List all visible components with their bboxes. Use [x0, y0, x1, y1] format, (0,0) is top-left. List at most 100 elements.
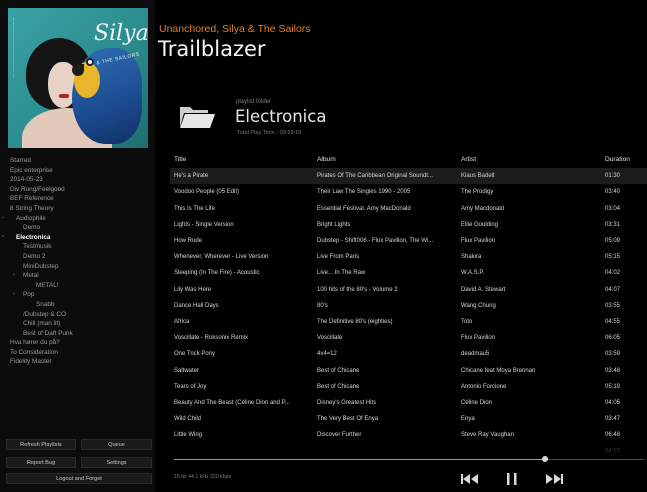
table-row[interactable]: Voscillate - Roksonix Remix Voscillate Flu… — [170, 330, 647, 346]
table-row[interactable]: Beauty And The Beast (Céline Dion and P.… — [170, 395, 647, 411]
sidebar-item[interactable]: Fidelity Master — [6, 357, 152, 367]
next-icon[interactable] — [543, 470, 565, 488]
track-artist-cell: Wang Chung — [461, 302, 496, 309]
track-album-cell: The Very Best Of Enya — [317, 416, 379, 423]
track-title-cell: Wild Child — [174, 416, 202, 423]
sidebar-item-label: To Consideration — [10, 348, 58, 356]
sidebar-item[interactable]: - Electronica — [2, 233, 152, 243]
sidebar-item[interactable]: 2014-05-23 — [6, 175, 152, 185]
sidebar-item[interactable]: Div Rong/Feelgood — [6, 185, 152, 195]
sidebar-item[interactable]: Snabb — [6, 300, 152, 310]
track-album-cell: Live From Paris — [317, 254, 360, 261]
sidebar-item[interactable]: - Pop — [6, 290, 152, 300]
column-header-artist[interactable]: Artist — [461, 152, 599, 168]
table-row[interactable]: Voodoo People (05 Edit) Their Law The Sin… — [170, 184, 647, 200]
track-duration-cell: 03:48 — [605, 367, 621, 374]
sidebar-item-label: Fidelity Master — [10, 358, 52, 366]
sidebar-item[interactable]: - Audiophile — [2, 214, 152, 224]
track-album-cell: Best of Chicane — [317, 367, 360, 374]
table-row[interactable]: Tears of Joy Best of Chicane Antonio Forci… — [170, 379, 647, 395]
sidebar-item-label: BEF Reference — [10, 195, 54, 203]
collapse-toggle-icon[interactable]: - — [2, 233, 8, 243]
column-header-album[interactable]: Album — [317, 152, 457, 168]
column-header-duration[interactable]: Duration — [605, 152, 645, 168]
sidebar-item-label: Pop — [23, 291, 35, 299]
sidebar-item-label: Testmusik — [23, 243, 52, 251]
sidebar: Silya & THE SAILORS Starred Epic enterpri… — [0, 0, 155, 492]
track-duration-cell: 03:59 — [605, 351, 621, 358]
track-duration-cell: 03:31 — [605, 221, 621, 228]
track-duration-cell: 05:19 — [605, 383, 621, 390]
sidebar-item[interactable]: Demo — [6, 223, 152, 233]
refresh-playlists-button[interactable]: Refresh Playlists — [6, 439, 76, 450]
track-duration-cell: 04:55 — [605, 319, 621, 325]
sidebar-item[interactable]: Demo 2 — [6, 252, 152, 262]
table-row[interactable]: How Rude Dubstep - Shift006 - Flux Pavili… — [170, 233, 647, 249]
album-art[interactable]: Silya & THE SAILORS — [8, 8, 148, 148]
collapse-toggle-icon[interactable]: - — [13, 271, 19, 281]
settings-button[interactable]: Settings — [81, 457, 152, 468]
total-play-time: Total Play Time : 09:59:16 — [237, 130, 301, 136]
now-playing-title: Trailblazer — [158, 37, 266, 61]
table-row[interactable]: Saltwater Best of Chicane Chicane feat Moy… — [170, 363, 647, 379]
now-playing-artist[interactable]: Unanchored, Silya & The Sailors — [159, 23, 311, 35]
queue-button[interactable]: Queue — [81, 439, 152, 450]
sidebar-item[interactable]: 8 String Theory — [6, 204, 152, 214]
track-album-cell: Best of Chicane — [317, 383, 360, 390]
sidebar-item[interactable]: BEF Reference — [6, 194, 152, 204]
previous-icon[interactable] — [459, 470, 481, 488]
track-title-cell: Voscillate - Roksonix Remix — [174, 335, 249, 342]
sidebar-item-label: /Dubstep & CO — [23, 310, 66, 318]
collapse-toggle-icon[interactable]: - — [2, 214, 8, 224]
logout-button[interactable]: Logout and Forget — [6, 473, 152, 484]
track-duration-cell: 06:05 — [605, 335, 621, 342]
track-album-cell: Bright Lights — [317, 221, 351, 228]
track-album-cell: Live... In The Raw — [317, 270, 366, 277]
pause-icon[interactable] — [501, 470, 523, 488]
track-duration-cell: 04:02 — [605, 270, 621, 277]
folder-icon — [180, 107, 215, 128]
track-album-cell: Pirates Of The Caribbean Original Soundt… — [317, 173, 433, 180]
seek-bar-thumb[interactable] — [542, 456, 549, 462]
sidebar-item[interactable]: Starred — [6, 156, 152, 166]
table-header: Title Album Artist Duration — [170, 152, 647, 168]
table-row[interactable]: Dance Hall Days 80's Wang Chung 03:55 — [170, 298, 647, 314]
table-row[interactable]: Lily Was Here 100 hits of the 80's - Volu… — [170, 282, 647, 298]
now-playing-header: Unanchored, Silya & The Sailors Trailbla… — [155, 0, 647, 150]
track-title-cell: Beauty And The Beast (Céline Dion and P.… — [174, 400, 290, 406]
report-bug-button[interactable]: Report Bug — [6, 457, 76, 468]
sidebar-item[interactable]: MiniDubstep — [6, 262, 152, 272]
sidebar-item[interactable]: To Consideration — [6, 348, 152, 358]
table-row[interactable]: Wild Child The Very Best Of Enya Enya 03:47 — [170, 411, 647, 427]
table-row[interactable]: This Is The Life Essential Festival. Amy … — [170, 201, 647, 217]
table-row[interactable]: One Trick Pony 4x4=12 deadmau5 03:59 — [170, 346, 647, 362]
track-title-cell: Whenever, Wherever - Live Version — [174, 254, 269, 261]
sidebar-item[interactable]: Testmusik — [6, 242, 152, 252]
table-row[interactable]: Lights - Single Version Bright Lights Elli… — [170, 217, 647, 233]
track-album-cell: Their Law The Singles 1990 - 2005 — [317, 189, 411, 196]
collapse-toggle-icon[interactable]: - — [13, 290, 19, 300]
sidebar-item[interactable]: METAL! — [6, 281, 152, 291]
table-row[interactable]: He's a Pirate Pirates Of The Caribbean Or… — [170, 168, 647, 185]
table-row[interactable]: Whenever, Wherever - Live Version Live Fr… — [170, 249, 647, 265]
track-duration-cell: 03:04 — [605, 205, 621, 212]
track-title-cell: Saltwater — [174, 367, 200, 374]
track-duration-cell: 03:47 — [605, 416, 621, 423]
sidebar-item-label: Hva hører du på? — [10, 339, 60, 347]
sidebar-item[interactable]: - Metal — [6, 271, 152, 281]
sidebar-item[interactable]: Best of Daft Punk — [6, 329, 152, 339]
seek-bar-progress — [174, 459, 546, 460]
track-artist-cell: Flux Pavilion — [461, 335, 496, 342]
track-album-cell: 4x4=12 — [317, 351, 337, 358]
sidebar-item[interactable]: Chill (man lit) — [6, 319, 152, 329]
sidebar-item[interactable]: Hva hører du på? — [6, 338, 152, 348]
playlist-kind-label: playlist folder — [236, 99, 272, 105]
sidebar-item[interactable]: Epic enterprise — [6, 166, 152, 176]
track-artist-cell: The Prodigy — [461, 189, 494, 196]
track-artist-cell: Céline Dion — [461, 400, 493, 406]
sidebar-item[interactable]: /Dubstep & CO — [6, 310, 152, 320]
table-row[interactable]: Africa The Definitive 80's (eighties) Toto… — [170, 314, 647, 330]
track-artist-cell: deadmau5 — [461, 351, 490, 358]
column-header-title[interactable]: Title — [174, 152, 312, 168]
table-row[interactable]: Sleeping (In The Fire) - Acoustic Live...… — [170, 265, 647, 281]
